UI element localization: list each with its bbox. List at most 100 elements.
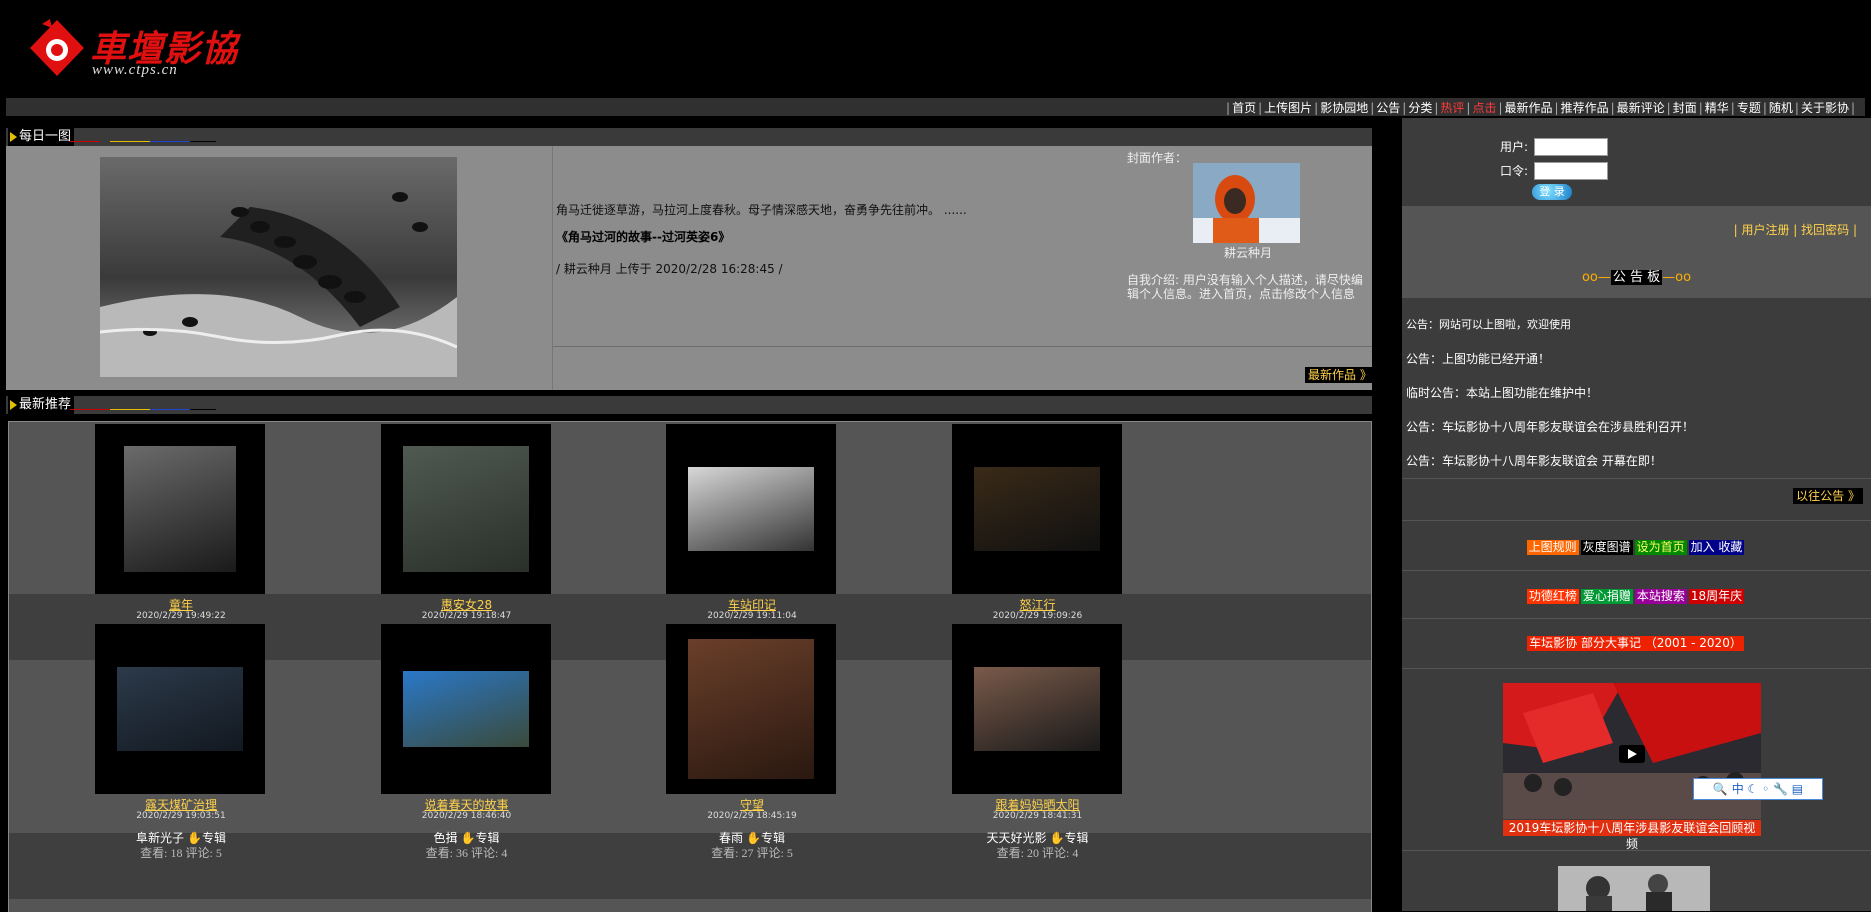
- item-author[interactable]: 阜新光子: [136, 831, 184, 845]
- nav-separator: |: [1698, 101, 1703, 115]
- logo-icon: [30, 19, 84, 76]
- thumbnail[interactable]: [688, 639, 814, 779]
- link-row-1: 上图规则 灰度图谱 设为首页 加入 收藏: [1402, 540, 1871, 555]
- nav-separator: |: [1850, 101, 1855, 115]
- nav-separator: |: [1258, 101, 1263, 115]
- sidebar-link[interactable]: 设为首页: [1634, 540, 1687, 555]
- triangle-icon: [10, 131, 17, 142]
- thumb-up-icon: ✋: [187, 831, 202, 845]
- sidebar-link[interactable]: 加入 收藏: [1688, 540, 1745, 555]
- recommend-grid: 童年2020/2/29 19:49:22MCTC ✋专辑查看: 21 评论: 5…: [8, 421, 1372, 912]
- nav-separator: |: [1498, 101, 1503, 115]
- thumbnail[interactable]: [117, 667, 243, 751]
- divider-yellow: [110, 141, 150, 142]
- cover-author-label: 封面作者：: [1127, 151, 1188, 165]
- daily-description: 角马迁徙逐草游，马拉河上度春秋。母子情深感天地，奋勇争先往前冲。 ......: [556, 203, 967, 217]
- notice-item[interactable]: 公告：网站可以上图啦，欢迎使用: [1406, 316, 1571, 332]
- notice-item[interactable]: 公告：车坛影协十八周年影友联谊会在涉县胜利召开！: [1406, 418, 1694, 435]
- thumbnail[interactable]: [973, 667, 1100, 751]
- item-author[interactable]: 春雨: [719, 831, 743, 845]
- daily-title[interactable]: 《角马过河的故事--过河英姿6》: [556, 228, 730, 245]
- divider-red: [70, 409, 110, 410]
- nav-separator: |: [1226, 101, 1231, 115]
- nav-item[interactable]: 热评: [1440, 101, 1464, 115]
- nav-separator: |: [1370, 101, 1375, 115]
- nav-item[interactable]: 专题: [1737, 101, 1761, 115]
- nav-separator: |: [1666, 101, 1671, 115]
- daily-photo[interactable]: [100, 157, 457, 377]
- top-nav: | 首页 | 上传图片 | 影协园地 | 公告 | 分类 | 热评 | 点击 | 最新作品 | 推荐作品 | 最新评论…: [1224, 99, 1857, 116]
- avatar-image: [1193, 163, 1300, 243]
- nav-separator: |: [1402, 101, 1407, 115]
- sidebar-photo[interactable]: [1558, 866, 1710, 911]
- nav-item[interactable]: 首页: [1232, 101, 1256, 115]
- divider: [1402, 520, 1871, 521]
- item-author[interactable]: 天天好光影: [987, 831, 1047, 845]
- nav-item[interactable]: 最新评论: [1617, 101, 1665, 115]
- main-content: 每日一图 角马迁徙逐草游，马拉河上度春秋。母子情深感天地，奋勇争先往前冲。 ..…: [6, 128, 1372, 912]
- more-works-link[interactable]: 最新作品 》: [1305, 367, 1372, 383]
- daily-divider: [552, 146, 553, 390]
- sidebar-link[interactable]: 18周年庆: [1688, 589, 1745, 604]
- divider: [1402, 478, 1871, 479]
- site-logo[interactable]: 車壇影協 www.ctps.cn: [28, 14, 288, 84]
- item-album[interactable]: 专辑: [202, 831, 226, 845]
- nav-item[interactable]: 推荐作品: [1561, 101, 1609, 115]
- notice-item[interactable]: 公告：上图功能已经开通！: [1406, 350, 1550, 367]
- video-caption[interactable]: 2019车坛影协十八周年涉县影友联谊会回顾视频: [1503, 820, 1761, 851]
- toolbar-glyphs[interactable]: 中 ☾ ◦ 🔧 ▤: [1732, 782, 1803, 796]
- nav-item[interactable]: 点击: [1472, 101, 1496, 115]
- thumbnail[interactable]: [688, 467, 814, 551]
- username-input[interactable]: [1534, 138, 1608, 156]
- thumb-up-icon: ✋: [746, 831, 761, 845]
- thumbnail[interactable]: [402, 446, 529, 572]
- search-icon[interactable]: 🔍: [1713, 782, 1728, 796]
- divider-red: [70, 141, 100, 142]
- nav-item[interactable]: 上传图片: [1264, 101, 1312, 115]
- floating-toolbar[interactable]: 🔍 中 ☾ ◦ 🔧 ▤: [1693, 778, 1823, 800]
- nav-item[interactable]: 公告: [1376, 101, 1400, 115]
- daily-byline: / 耕云种月 上传于 2020/2/28 16:28:45 /: [556, 262, 783, 276]
- thumbnail[interactable]: [124, 446, 236, 572]
- cover-author-avatar[interactable]: [1193, 163, 1300, 243]
- nav-item[interactable]: 最新作品: [1505, 101, 1553, 115]
- nav-item[interactable]: 关于影协: [1801, 101, 1849, 115]
- divider-black: [190, 141, 216, 142]
- cover-author-name[interactable]: 耕云种月: [1224, 244, 1272, 261]
- item-album[interactable]: 专辑: [761, 831, 785, 845]
- nav-item[interactable]: 精华: [1705, 101, 1729, 115]
- thumb-up-icon: ✋: [1049, 831, 1065, 845]
- notice-more-link[interactable]: 以往公告 》: [1793, 488, 1863, 504]
- sidebar-link[interactable]: 本站搜索: [1634, 589, 1687, 604]
- nav-separator: |: [1730, 101, 1735, 115]
- item-album[interactable]: 专辑: [1064, 831, 1088, 845]
- daily-section-bar: 每日一图: [6, 128, 1372, 146]
- sidebar-link[interactable]: 车坛影协 部分大事记 （2001 - 2020）: [1527, 636, 1744, 651]
- nav-item[interactable]: 影协园地: [1320, 101, 1368, 115]
- sidebar-link[interactable]: 功德红榜: [1526, 589, 1579, 604]
- cover-author-intro: 自我介绍: 用户没有输入个人描述，请尽快编辑个人信息。进入首页，点击修改个人信息: [1127, 273, 1363, 301]
- item-album[interactable]: 专辑: [475, 831, 499, 845]
- sidebar-link[interactable]: 爱心捐赠: [1580, 589, 1633, 604]
- nav-separator: |: [1466, 101, 1471, 115]
- sidebar-link[interactable]: 上图规则: [1526, 540, 1579, 555]
- sidebar-link[interactable]: 灰度图谱: [1580, 540, 1633, 555]
- notice-item[interactable]: 公告：车坛影协十八周年影友联谊会 开幕在即！: [1406, 452, 1662, 469]
- register-links[interactable]: | 用户注册 | 找回密码 |: [1734, 221, 1857, 238]
- thumbnail[interactable]: [402, 671, 529, 747]
- recommend-item[interactable]: 跟着妈妈晒太阳 2020/2/29 18:41:31 天天好光影 ✋专辑 查看: 20…: [868, 624, 1208, 862]
- divider-blue: [150, 141, 190, 142]
- nav-item[interactable]: 分类: [1408, 101, 1432, 115]
- sidebar-image: [1558, 866, 1710, 911]
- divider: [1402, 618, 1871, 619]
- login-button[interactable]: 登 录: [1532, 184, 1572, 200]
- item-author[interactable]: 色揖: [434, 831, 458, 845]
- password-label: 口令:: [1500, 164, 1529, 178]
- nav-item[interactable]: 封面: [1673, 101, 1697, 115]
- password-input[interactable]: [1534, 162, 1608, 180]
- thumbnail[interactable]: [973, 467, 1100, 551]
- link-row-2: 功德红榜 爱心捐赠 本站搜索 18周年庆: [1402, 589, 1871, 604]
- daily-section-title: 每日一图: [8, 128, 75, 146]
- nav-item[interactable]: 随机: [1769, 101, 1793, 115]
- notice-item[interactable]: 临时公告：本站上图功能在维护中！: [1406, 384, 1598, 401]
